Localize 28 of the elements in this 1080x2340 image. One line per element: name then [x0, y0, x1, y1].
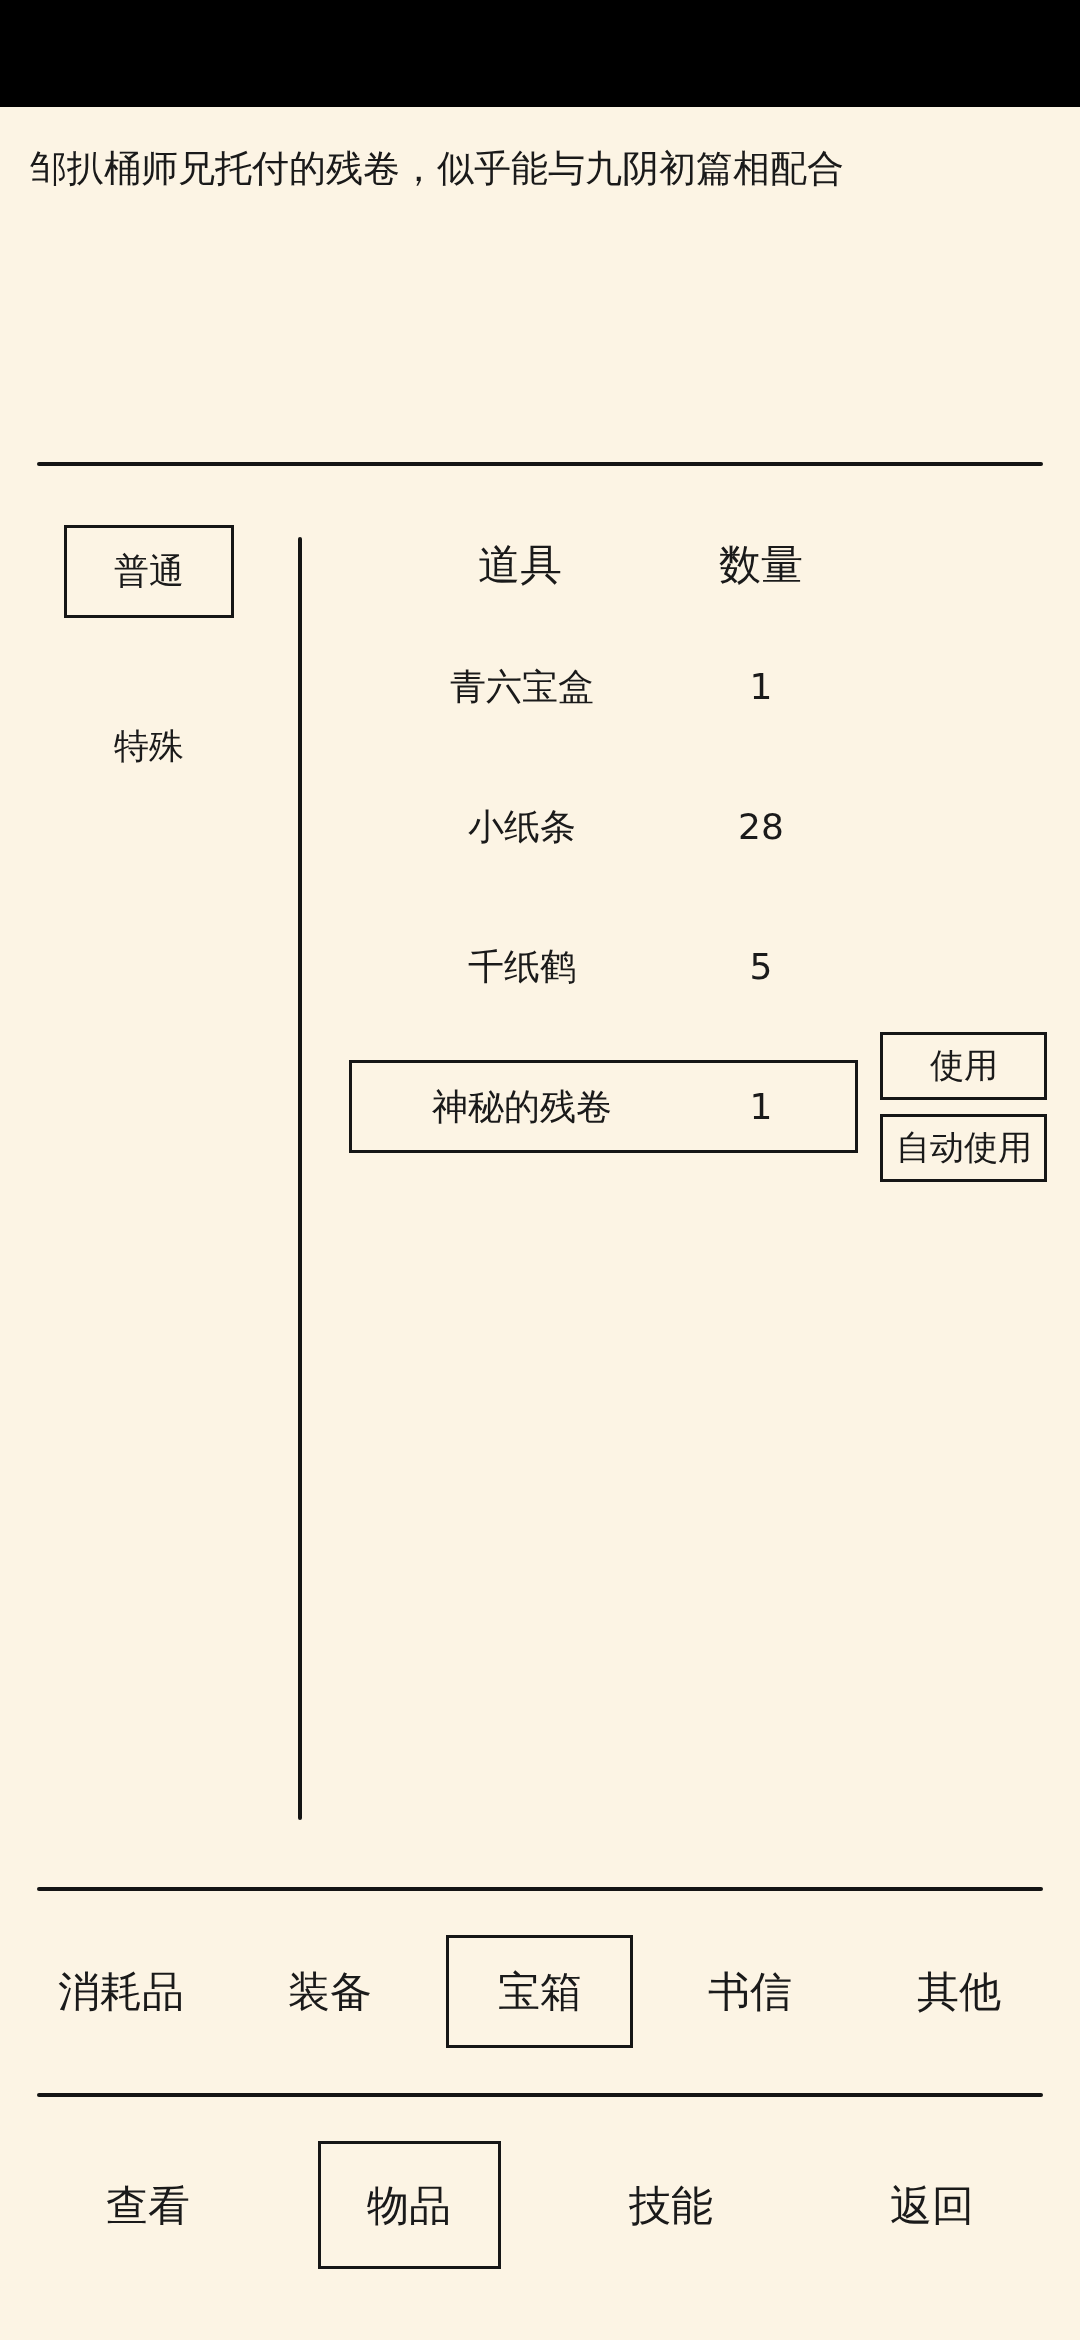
sidebar-tab[interactable]: 普通	[64, 525, 234, 618]
category-tab[interactable]: 消耗品	[27, 1935, 215, 2048]
category-tab[interactable]: 书信	[656, 1935, 844, 2048]
category-tab[interactable]: 其他	[865, 1935, 1053, 2048]
nav-tab[interactable]: 技能	[579, 2141, 763, 2269]
table-row[interactable]: 小纸条 28	[349, 780, 858, 873]
nav-tab[interactable]: 返回	[840, 2141, 1024, 2269]
table-cell-text: 千纸鹤	[467, 944, 576, 989]
category-tab[interactable]: 宝箱	[446, 1935, 634, 2048]
table-cell-text: 28	[738, 804, 784, 849]
action-button[interactable]: 使用	[880, 1031, 1047, 1100]
nav-tab[interactable]: 物品	[317, 2141, 501, 2269]
nav-tab[interactable]: 查看	[56, 2141, 240, 2269]
category-tab[interactable]: 装备	[236, 1935, 424, 2048]
action-button[interactable]: 自动使用	[880, 1113, 1047, 1182]
sidebar-tab[interactable]: 特殊	[64, 700, 234, 793]
table-row[interactable]: 神秘的残卷 1	[349, 1060, 858, 1153]
table-cell-text: 小纸条	[467, 804, 576, 849]
table-cell-text: 1	[749, 1084, 773, 1129]
table-cell-text: 5	[749, 944, 773, 989]
column-header: 数量	[719, 538, 803, 591]
table-cell-text: 神秘的残卷	[431, 1084, 612, 1129]
column-header: 道具	[478, 538, 562, 591]
table-cell-text: 青六宝盒	[449, 664, 594, 709]
table-cell-text: 1	[749, 664, 773, 709]
table-row[interactable]: 青六宝盒 1	[349, 640, 858, 733]
table-row[interactable]: 千纸鹤 5	[349, 920, 858, 1013]
item-description: 邹扒桶师兄托付的残卷，似乎能与九阴初篇相配合	[30, 147, 845, 192]
